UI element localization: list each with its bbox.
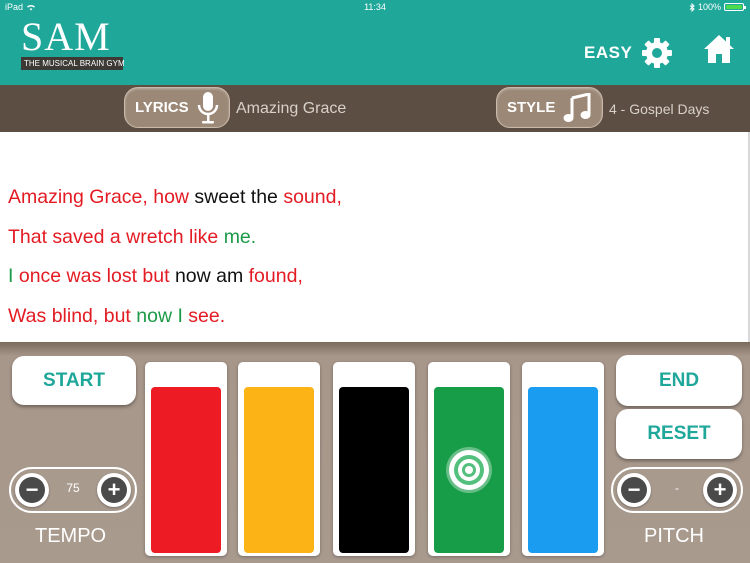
start-button[interactable]: START (12, 356, 136, 405)
lyric-segment: now I (136, 305, 189, 327)
style-button[interactable]: STYLE (496, 87, 603, 128)
lyric-line: Amazing Grace, how sweet the sound, (8, 185, 342, 209)
music-note-icon (563, 92, 591, 122)
style-value: 4 - Gospel Days (609, 101, 710, 117)
lyric-line: That saved a wretch like me. (8, 225, 256, 249)
key-black[interactable] (333, 362, 415, 556)
lyrics-button-label: LYRICS (135, 99, 189, 116)
tempo-label: TEMPO (35, 525, 107, 547)
key-blue[interactable] (522, 362, 604, 556)
lyric-segment: Was blind, but (8, 305, 137, 327)
battery-icon (724, 3, 746, 11)
status-time: 11:34 (364, 2, 386, 12)
reset-button[interactable]: RESET (616, 409, 742, 459)
logo-tagline: THE MUSICAL BRAIN GYM (21, 57, 125, 70)
gear-icon[interactable] (641, 37, 673, 69)
key-green-pad (434, 387, 504, 553)
lyric-segment: I (8, 265, 19, 287)
lyric-segment: found, (248, 265, 303, 287)
microphone-icon (197, 91, 218, 123)
target-icon (446, 447, 492, 493)
status-bar: iPad 11:34 100% (0, 0, 750, 14)
plus-icon: + (101, 477, 127, 503)
lyrics-display: Amazing Grace, how sweet the sound, That … (0, 132, 750, 342)
tempo-increase-button[interactable]: + (97, 473, 131, 507)
battery-percent: 100% (697, 2, 721, 12)
logo-text: SAM (21, 14, 111, 59)
song-selection-bar: LYRICS Amazing Grace STYLE 4 - Gospel Da… (0, 85, 750, 132)
lyrics-button[interactable]: LYRICS (124, 87, 230, 128)
pitch-decrease-button[interactable]: − (617, 473, 651, 507)
minus-icon: − (621, 477, 647, 503)
lyric-segment: me. (223, 226, 257, 248)
pitch-increase-button[interactable]: + (703, 473, 737, 507)
plus-icon: + (707, 477, 733, 503)
lyric-segment: once was lost but (18, 265, 175, 287)
key-black-pad (339, 387, 409, 553)
minus-icon: − (19, 477, 45, 503)
lyric-segment: Amazing Grace, how (8, 186, 195, 208)
battery-level (726, 5, 742, 9)
status-right: 100% (689, 2, 746, 12)
lyric-line: I once was lost but now am found, (8, 264, 303, 288)
tempo-stepper: − 75 + (9, 467, 137, 513)
tempo-value: 75 (66, 481, 80, 495)
lyric-segment: see. (188, 305, 226, 327)
home-icon[interactable] (702, 32, 736, 66)
bluetooth-icon (689, 2, 695, 12)
style-button-label: STYLE (507, 99, 556, 116)
level-label[interactable]: EASY (584, 43, 632, 63)
key-yellow-pad (244, 387, 314, 553)
lyrics-value: Amazing Grace (236, 100, 347, 117)
lyric-line: Was blind, but now I see. (8, 304, 225, 328)
key-yellow[interactable] (238, 362, 320, 556)
tempo-decrease-button[interactable]: − (15, 473, 49, 507)
sam-logo: SAM THE MUSICAL BRAIN GYM (21, 14, 125, 70)
pitch-label: PITCH (644, 525, 704, 547)
lyric-segment: That saved a wretch like (8, 226, 224, 248)
lyric-segment: now am (174, 265, 249, 287)
key-green[interactable] (428, 362, 510, 556)
key-blue-pad (528, 387, 598, 553)
lyric-segment: sweet the (194, 186, 284, 208)
app-header: SAM THE MUSICAL BRAIN GYM EASY (0, 14, 750, 85)
lyric-segment: sound, (283, 186, 342, 208)
key-red-pad (151, 387, 221, 553)
control-panel: START END RESET − 75 + TEMPO − - + PITCH (0, 342, 750, 563)
pitch-value: - (675, 481, 679, 495)
pitch-stepper: − - + (611, 467, 743, 513)
key-red[interactable] (145, 362, 227, 556)
end-button[interactable]: END (616, 355, 742, 406)
